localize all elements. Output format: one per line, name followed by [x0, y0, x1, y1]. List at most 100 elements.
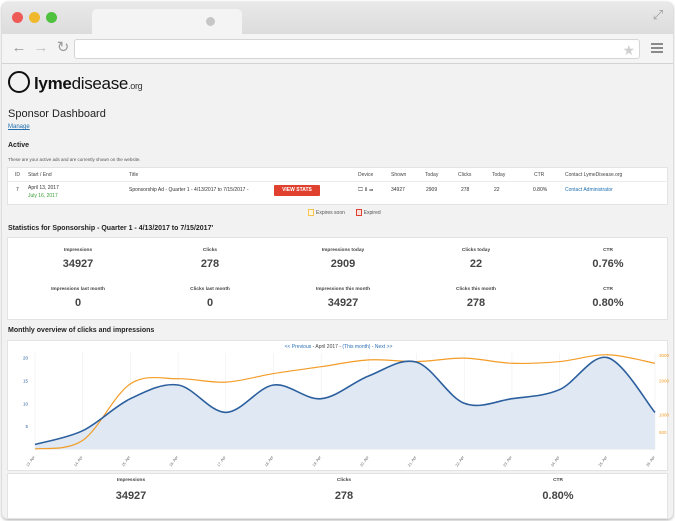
active-ads-table: ID Start / End Title Device Shown Today …	[7, 167, 669, 205]
stat-label: Impressions this month	[315, 287, 371, 292]
page-title: Sponsor Dashboard	[8, 108, 106, 120]
summary-label: Clicks	[336, 478, 352, 483]
bookmark-star-icon[interactable]: ★	[622, 41, 635, 59]
stat-label: Impressions	[63, 248, 93, 253]
row-title: Sponsorship Ad - Quarter 1 - 4/13/2017 t…	[129, 187, 249, 193]
x-axis-tick: 25. Apr	[598, 455, 609, 468]
contact-administrator-link[interactable]: Contact Administrator	[565, 187, 613, 193]
row-id: 7	[16, 187, 19, 193]
browser-menu-icon[interactable]	[651, 43, 663, 53]
summary-label: Impressions	[116, 478, 146, 483]
address-bar[interactable]: ★	[74, 39, 640, 59]
expired-label: Expired	[363, 209, 381, 216]
col-header-clicks: Clicks	[458, 172, 472, 178]
title-bar: ⤢	[2, 2, 673, 34]
browser-toolbar: ← → ↻ ★	[2, 34, 673, 64]
stat-label: CTR	[603, 248, 613, 253]
stat-label: CTR	[603, 287, 613, 292]
tick-logo-icon	[8, 71, 30, 93]
back-icon[interactable]: ←	[11, 40, 27, 56]
col-header-contact: Contact LymeDisease.org	[565, 172, 623, 178]
stat-value: 278	[200, 258, 220, 270]
left-axis-tick: 10	[23, 401, 29, 406]
row-ctr: 0.80%	[533, 187, 548, 193]
active-heading: Active	[8, 142, 30, 149]
stat-value: 0.80%	[592, 297, 624, 309]
stat-value: 2909	[330, 258, 356, 270]
col-header-title: Title	[129, 172, 139, 178]
x-axis-tick: 24. Apr	[550, 455, 561, 468]
left-axis-tick: 5	[25, 424, 28, 429]
stat-label: Clicks today	[461, 248, 491, 253]
col-header-ctr: CTR	[534, 172, 545, 178]
stat-value: 34927	[62, 258, 94, 270]
logo-tld: .org	[128, 81, 143, 91]
summary-value: 0.80%	[542, 490, 574, 502]
stat-value: 34927	[327, 297, 359, 309]
status-legend: Expires soon Expired	[308, 209, 381, 216]
row-start-date: April 13, 2017	[28, 185, 59, 191]
row-clicks: 278	[461, 187, 470, 193]
x-axis-tick: 19. Apr	[312, 455, 323, 468]
col-header-shown: Shown	[391, 172, 407, 178]
x-axis-tick: 22. Apr	[455, 455, 466, 468]
right-axis-tick: 500	[659, 430, 667, 435]
row-end-date: July 16, 2017	[28, 193, 58, 199]
right-axis-tick: 2000	[659, 378, 669, 383]
col-header-device: Device	[358, 172, 374, 178]
x-axis-tick: 23. Apr	[503, 455, 514, 468]
x-axis-tick: 21. Apr	[407, 455, 418, 468]
summary-value: 34927	[115, 490, 147, 502]
stat-label: Clicks	[202, 248, 218, 253]
row-shown: 34927	[391, 187, 405, 193]
col-header-today: Today	[425, 172, 439, 178]
x-axis-tick: 16. Apr	[169, 455, 180, 468]
right-axis-tick: 3000	[659, 353, 669, 358]
close-window-button[interactable]	[12, 12, 23, 23]
statistics-heading: Statistics for Sponsorship - Quarter 1 -…	[8, 225, 214, 232]
left-axis-tick: 15	[23, 378, 29, 383]
x-axis-tick: 13. Apr	[26, 455, 37, 468]
expired-swatch	[355, 209, 362, 216]
tab-close-icon[interactable]	[206, 17, 215, 26]
browser-window: ⤢ ← → ↻ ★ lymedisease.org Sponsor Dashbo…	[2, 2, 673, 519]
stat-value: 278	[466, 297, 486, 309]
view-stats-button[interactable]: VIEW STATS	[274, 185, 320, 196]
summary-value: 278	[334, 490, 354, 502]
stat-value: 0.76%	[592, 258, 624, 270]
right-axis-tick: 1000	[659, 413, 669, 418]
x-axis-tick: 14. Apr	[73, 455, 84, 468]
browser-tab[interactable]	[92, 9, 242, 34]
monthly-chart-panel: << Previous - April 2017 - (This month) …	[7, 340, 669, 471]
forward-icon[interactable]: →	[33, 40, 49, 56]
stat-label: Clicks last month	[190, 287, 230, 292]
statistics-panel: Impressions 34927 Clicks 278 Impressions…	[7, 237, 668, 320]
x-axis-tick: 20. Apr	[359, 455, 370, 468]
stat-label: Impressions today	[321, 248, 365, 253]
stat-value: 0	[74, 297, 82, 309]
minimize-window-button[interactable]	[29, 12, 40, 23]
stat-label: Impressions last month	[51, 287, 105, 292]
fullscreen-icon[interactable]: ⤢	[651, 8, 665, 22]
summary-label: CTR	[553, 478, 563, 483]
active-note: These are your active ads and are curren…	[8, 157, 141, 162]
device-icons: 🖵 ▯ ▭	[358, 187, 374, 193]
row-clicks-today: 22	[494, 187, 500, 193]
col-header-id: ID	[15, 172, 20, 178]
maximize-window-button[interactable]	[46, 12, 57, 23]
col-header-start-end: Start / End	[28, 172, 52, 178]
reload-icon[interactable]: ↻	[55, 40, 71, 56]
expires-soon-label: Expires soon	[316, 209, 345, 216]
table-divider	[8, 181, 669, 182]
summary-stats-panel: Impressions 34927 Clicks 278 CTR 0.80%	[7, 473, 668, 519]
x-axis-tick: 17. Apr	[216, 455, 227, 468]
x-axis-tick: 26. Apr	[646, 455, 657, 468]
x-axis-tick: 18. Apr	[264, 455, 275, 468]
manage-link[interactable]: Manage	[8, 124, 30, 130]
expires-soon-swatch	[308, 209, 314, 216]
logo-brand-bold: lyme	[34, 74, 72, 93]
left-axis-tick: 20	[23, 356, 29, 361]
clicks-area-fill	[35, 357, 655, 449]
x-axis-tick: 15. Apr	[121, 455, 132, 468]
row-today: 2909	[426, 187, 438, 193]
